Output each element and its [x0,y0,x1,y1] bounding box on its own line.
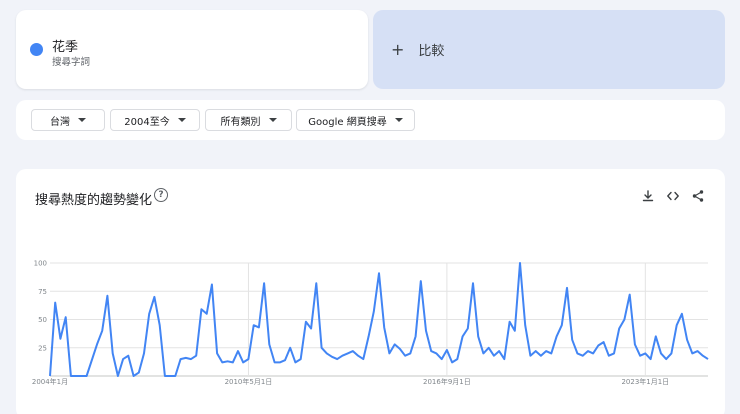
search-type-label: Google 網頁搜尋 [308,116,387,128]
search-term-card[interactable]: 花季 搜尋字詞 [16,10,368,89]
x-tick-label: 2004年1月 [32,377,68,386]
region-label: 台灣 [50,116,70,128]
dropdown-arrow-icon [394,118,403,122]
search-type-dropdown[interactable]: Google 網頁搜尋 [296,109,415,131]
category-dropdown[interactable]: 所有類別 [205,109,292,131]
trend-line-chart: 25 50 75 100 2004年1月 2010年5月1日 2016年9月1日 2023年1… [32,260,709,386]
compare-button[interactable]: + 比較 [373,10,725,89]
dropdown-arrow-icon [177,118,186,122]
search-term-type: 搜尋字詞 [52,57,91,68]
term-color-dot [30,43,43,56]
y-tick-label: 75 [38,288,47,296]
x-tick-label: 2010年5月1日 [225,377,273,386]
filter-bar: 台灣 2004至今 所有類別 Google 網頁搜尋 [16,100,725,140]
x-tick-label: 2016年9月1日 [423,377,471,386]
y-tick-label: 100 [34,260,47,268]
x-tick-label: 2023年1月1日 [621,377,669,386]
y-tick-label: 50 [38,316,47,324]
y-tick-label: 25 [38,344,47,352]
time-range-label: 2004至今 [124,116,170,128]
dropdown-arrow-icon [268,118,277,122]
search-term-name[interactable]: 花季 [52,36,78,55]
plus-icon: + [391,39,405,59]
dropdown-arrow-icon [78,118,86,122]
time-range-dropdown[interactable]: 2004至今 [110,109,200,131]
region-dropdown[interactable]: 台灣 [31,109,105,131]
compare-label: 比較 [418,44,445,59]
interest-over-time-card: 搜尋熱度的趨勢變化 ? 25 50 75 100 2004年1月 2010年5月1日 201… [16,169,725,414]
category-label: 所有類別 [220,116,261,128]
